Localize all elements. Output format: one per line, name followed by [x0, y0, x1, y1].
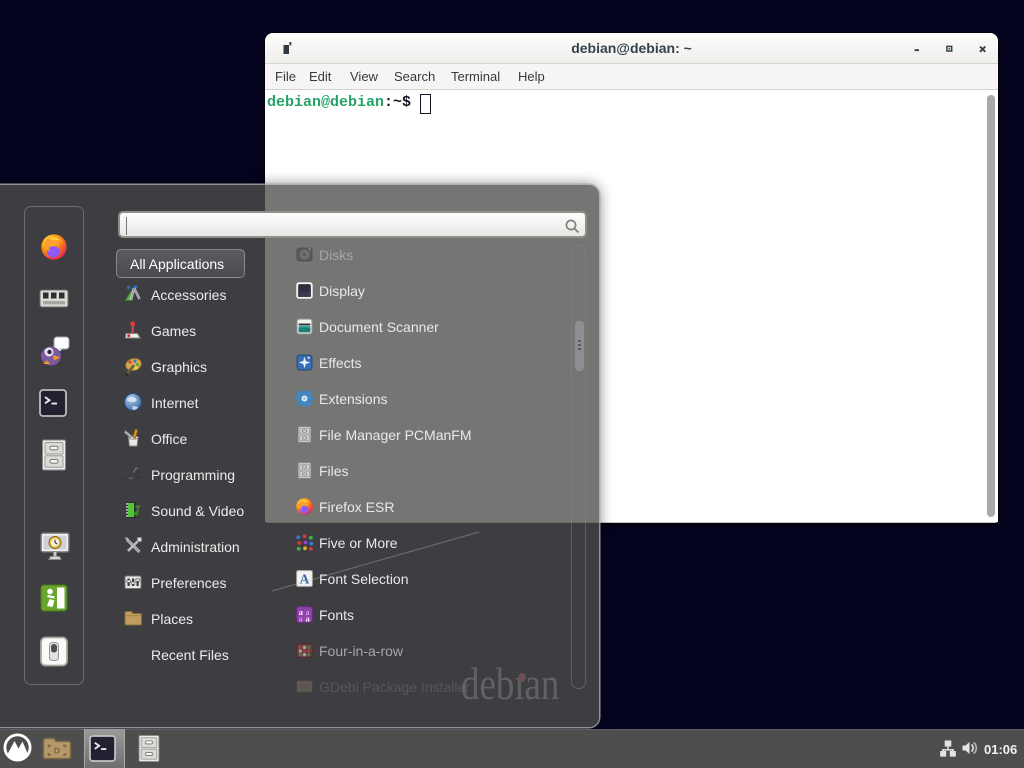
- svg-text:D: D: [54, 746, 60, 756]
